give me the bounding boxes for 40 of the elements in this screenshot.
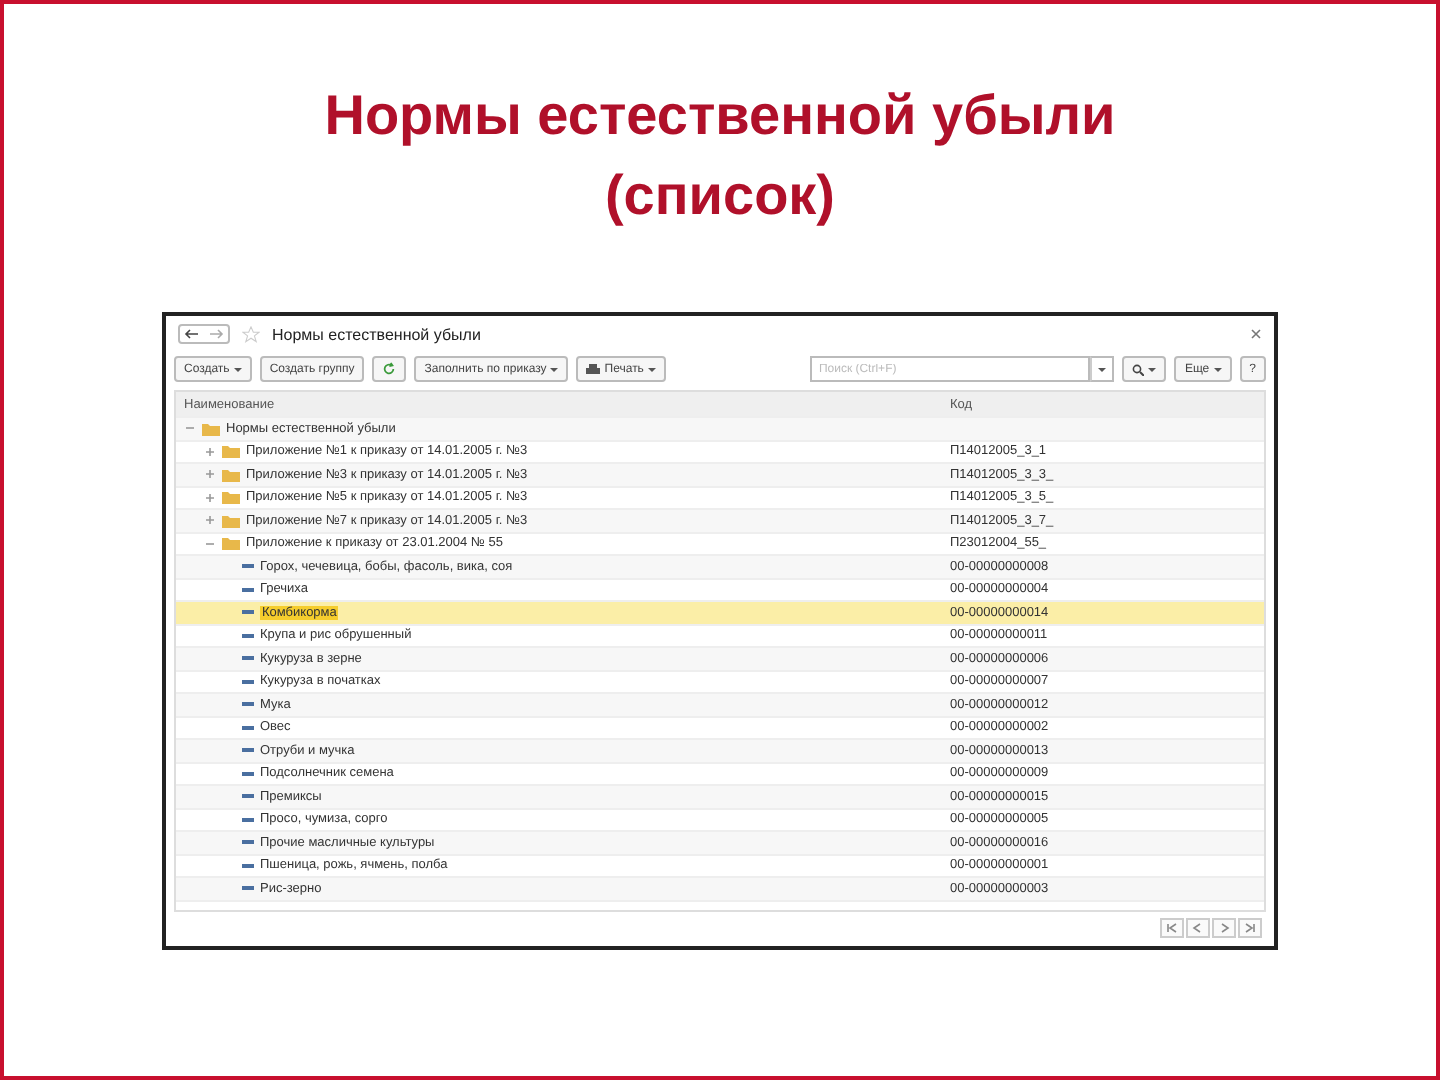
caret-icon <box>1213 367 1222 371</box>
next-page-icon[interactable] <box>1212 918 1236 938</box>
dash-icon <box>242 886 254 891</box>
dash-icon <box>242 633 254 638</box>
caret-icon <box>1148 367 1157 371</box>
dash-icon <box>242 587 254 592</box>
dash-icon <box>242 748 254 753</box>
star-icon[interactable] <box>242 325 260 343</box>
printer-icon <box>586 363 601 375</box>
expand-icon[interactable] <box>204 468 216 481</box>
dash-icon <box>242 794 254 799</box>
search-icon <box>1132 363 1145 375</box>
caret-icon <box>647 367 656 371</box>
last-page-icon[interactable] <box>1238 918 1262 938</box>
refresh-icon <box>382 362 397 376</box>
refresh-button[interactable] <box>372 356 407 382</box>
collapse-icon[interactable] <box>184 422 196 435</box>
dash-icon <box>242 656 254 661</box>
dash-icon <box>242 679 254 684</box>
dash-icon <box>242 610 254 615</box>
expand-icon[interactable] <box>204 491 216 504</box>
dash-icon <box>242 725 254 730</box>
dash-icon <box>242 702 254 707</box>
expand-icon[interactable] <box>204 445 216 458</box>
collapse-icon[interactable] <box>204 537 216 550</box>
window-title: Нормы естественной убыли <box>272 325 481 343</box>
expand-icon[interactable] <box>204 514 216 527</box>
dash-icon <box>242 817 254 822</box>
back-icon[interactable] <box>180 326 204 342</box>
first-page-icon[interactable] <box>1160 918 1184 938</box>
search-button[interactable] <box>1122 356 1167 382</box>
dash-icon <box>242 863 254 868</box>
caret-icon <box>550 367 559 371</box>
caret-icon <box>233 367 242 371</box>
dash-icon <box>242 771 254 776</box>
slide-title: Нормы естественной убыли (список) <box>324 82 1116 230</box>
close-icon[interactable] <box>1250 328 1262 340</box>
dash-icon <box>242 564 254 569</box>
dash-icon <box>242 840 254 845</box>
previous-page-icon[interactable] <box>1186 918 1210 938</box>
